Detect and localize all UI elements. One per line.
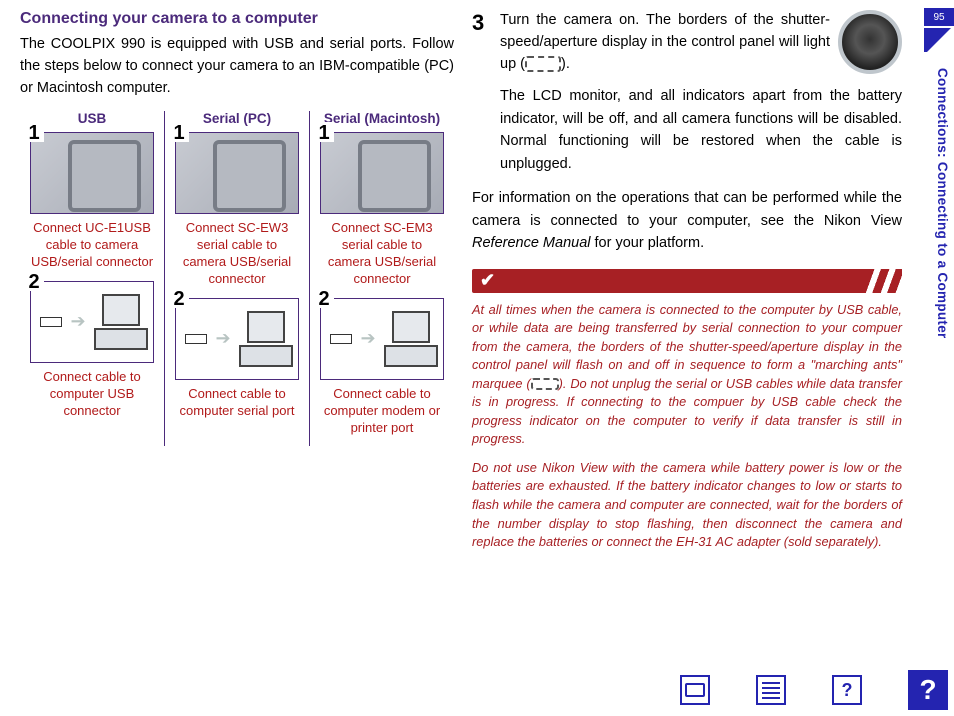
page-number: 95 [924,8,954,26]
step3-text-end: ). [561,56,570,72]
marquee-icon [531,378,559,390]
col-head: Serial (Macintosh) [320,111,444,126]
camera-nav-icon[interactable] [680,675,710,705]
camera-illustration [30,132,154,214]
step1-caption: Connect SC-EM3 serial cable to camera US… [320,220,444,288]
ref-em: Reference Manual [472,235,591,251]
step1-caption: Connect UC-E1USB cable to camera USB/ser… [30,220,154,271]
help-nav-icon[interactable]: ? [832,675,862,705]
camera-illustration [175,132,299,214]
step2-caption: Connect cable to computer modem or print… [320,386,444,437]
bottom-icons: ? ? [680,670,948,710]
col-serial-mac: Serial (Macintosh) 1 Connect SC-EM3 seri… [309,111,454,446]
check-icon: ✔ [472,269,503,292]
ref-b: for your platform. [591,235,705,251]
step3b-text: The LCD monitor, and all indicators apar… [500,85,902,175]
lens-icon [838,10,902,74]
step-number: 1 [24,122,44,142]
step-number: 2 [314,288,334,308]
step-number: 1 [169,122,189,142]
help-big-icon[interactable]: ? [908,670,948,710]
computer-illustration: ➔ [175,298,299,380]
intro-text: The COOLPIX 990 is equipped with USB and… [20,34,454,99]
ref-a: For information on the operations that c… [472,190,902,228]
step-number: 3 [472,10,492,175]
camera-illustration [320,132,444,214]
step3: 3 Turn the camera on. The borders of the… [472,10,902,175]
note-bar: ✔ [472,269,902,293]
side-tab: 95 Connections: Connecting to a Computer [914,8,954,648]
step1-caption: Connect SC-EW3 serial cable to camera US… [175,220,299,288]
col-head: Serial (PC) [175,111,299,126]
step-number: 1 [314,122,334,142]
step2-caption: Connect cable to computer USB connector [30,369,154,420]
note1: At all times when the camera is connecte… [472,301,902,449]
reference-para: For information on the operations that c… [472,187,902,254]
step2-caption: Connect cable to computer serial port [175,386,299,420]
computer-illustration: ➔ [30,281,154,363]
col-head: USB [30,111,154,126]
marquee-icon [525,56,561,72]
col-serial-pc: Serial (PC) 1 Connect SC-EW3 serial cabl… [164,111,309,446]
computer-illustration: ➔ [320,298,444,380]
col-usb: USB 1 Connect UC-E1USB cable to camera U… [20,111,164,446]
toc-nav-icon[interactable] [756,675,786,705]
section-title: Connecting your camera to a computer [20,10,454,28]
connection-columns: USB 1 Connect UC-E1USB cable to camera U… [20,111,454,446]
side-label: Connections: Connecting to a Computer [935,68,950,339]
step-number: 2 [24,271,44,291]
note2: Do not use Nikon View with the camera wh… [472,459,902,552]
tab-wedge-icon [924,28,954,52]
step-number: 2 [169,288,189,308]
